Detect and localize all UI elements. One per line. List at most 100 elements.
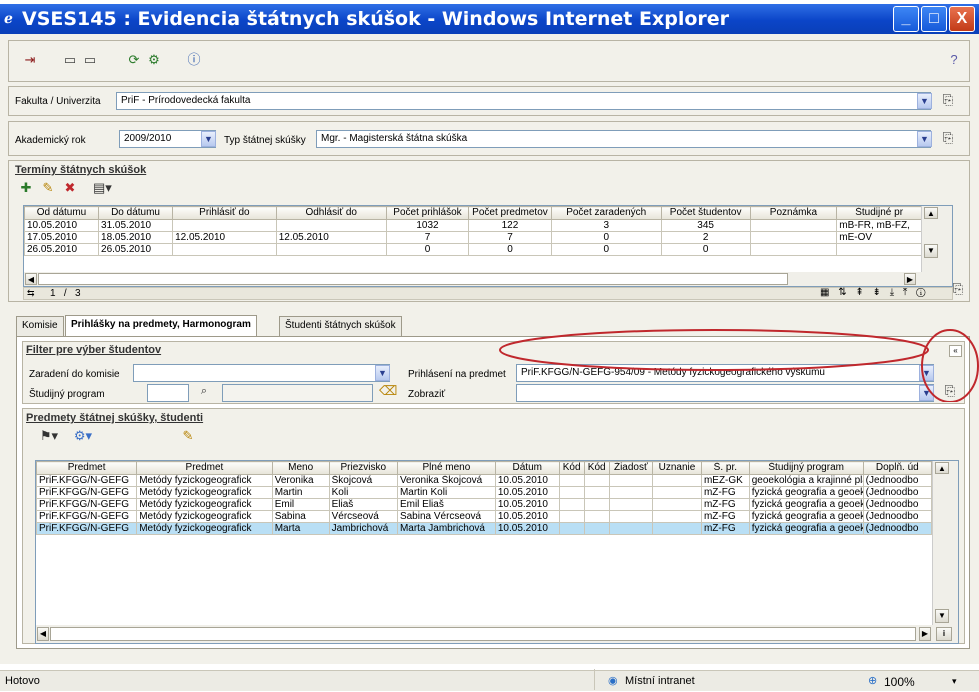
faculty-select[interactable]: PriF - Prírodovedecká fakulta <box>116 92 931 110</box>
find-icon[interactable]: ⎘ <box>939 130 957 148</box>
students-cell: (Jednoodbo <box>862 510 933 523</box>
terms-col-header[interactable]: Od dátumu <box>23 206 100 220</box>
terms-col-header[interactable]: Poznámka <box>749 206 838 220</box>
help-icon[interactable]: ? <box>945 52 963 70</box>
students-row[interactable]: PriF.KFGG/N-GEFG Metódy fyzickogeografick… <box>35 474 933 487</box>
scroll-up-icon[interactable]: ▲ <box>924 207 938 219</box>
maximize-button[interactable]: □ <box>921 6 947 32</box>
students-col-header[interactable]: Študijný program <box>748 461 864 475</box>
program-name-field <box>222 384 373 402</box>
terms-col-header[interactable]: Počet študentov <box>660 206 751 220</box>
students-cell <box>583 474 610 487</box>
students-col-header[interactable]: Priezvisko <box>328 461 398 475</box>
eraser-icon[interactable]: ⌫ <box>379 383 397 401</box>
students-hscroll[interactable]: ◀ ▶ i <box>36 625 958 643</box>
students-row[interactable]: PriF.KFGG/N-GEFG Metódy fyzickogeografick… <box>35 522 933 535</box>
students-col-header[interactable]: Meno <box>271 461 330 475</box>
exit-icon[interactable]: ⇥ <box>21 52 39 70</box>
zoom-level[interactable]: 100% <box>884 672 915 692</box>
students-row[interactable]: PriF.KFGG/N-GEFG Metódy fyzickogeografick… <box>35 498 933 511</box>
terms-row[interactable]: 10.05.2010 31.05.2010 1032 122 3 345 mB-FR, mB… <box>23 219 922 232</box>
students-panel: Predmety štátnej skúšky, študenti ⚑▾ ⚙▾ … <box>22 408 965 644</box>
scroll-up-icon[interactable]: ▲ <box>935 462 949 474</box>
terms-row[interactable]: 26.05.2010 26.05.2010 0 0 0 0 <box>23 243 922 256</box>
terms-col-header[interactable]: Do dátumu <box>98 206 174 220</box>
add-icon[interactable]: ✚ <box>17 180 35 198</box>
students-col-header[interactable]: Predmet <box>136 461 273 475</box>
terms-cell: 122 <box>468 219 552 232</box>
find-icon[interactable]: ⎘ <box>949 281 967 299</box>
terms-col-header[interactable]: Počet predmetov <box>468 206 552 220</box>
refresh-icon[interactable]: ⟳ <box>125 52 143 70</box>
program-code-input[interactable] <box>147 384 189 402</box>
terms-col-header[interactable]: Počet prihlášok <box>385 206 470 220</box>
info-icon[interactable]: i <box>936 627 952 641</box>
students-row[interactable]: PriF.KFGG/N-GEFG Metódy fyzickogeografick… <box>35 486 933 499</box>
print-icon[interactable]: ▭ <box>61 52 79 70</box>
students-col-header[interactable]: Doplň. úd <box>862 461 933 475</box>
students-cell: fyzická geografia a geoekoló <box>748 486 864 499</box>
export-icon[interactable]: ⚙ <box>145 52 163 70</box>
students-row[interactable]: PriF.KFGG/N-GEFG Metódy fyzickogeografick… <box>35 510 933 523</box>
scroll-thumb[interactable] <box>50 627 916 641</box>
students-col-header[interactable]: Š. pr. <box>700 461 750 475</box>
terms-col-header[interactable]: Prihlásiť do <box>172 206 277 220</box>
terms-col-header[interactable]: Odhlásiť do <box>275 206 387 220</box>
terms-hscroll[interactable]: ◀ ▶ <box>24 272 952 286</box>
terms-cell <box>172 243 277 256</box>
students-cell: Veronika Škojcová <box>396 474 496 487</box>
students-cell <box>651 486 702 499</box>
delete-icon[interactable]: ✖ <box>61 180 79 198</box>
students-col-header[interactable]: Žiadosť <box>608 461 653 475</box>
students-cell <box>558 474 585 487</box>
chevron-down-icon[interactable]: ▼ <box>201 131 216 147</box>
terms-cell: 1032 <box>385 219 470 232</box>
print-preview-icon[interactable]: ▭ <box>81 52 99 70</box>
chevron-down-icon[interactable]: ▼ <box>917 131 932 147</box>
tools-menu-icon[interactable]: ⚙▾ <box>71 428 95 446</box>
faculty-label: Fakulta / Univerzita <box>15 96 101 107</box>
close-button[interactable]: X <box>949 6 975 32</box>
students-col-header[interactable]: Uznanie <box>651 461 702 475</box>
pager-nav-icon[interactable]: ⇆ <box>27 288 35 299</box>
terms-cell: 3 <box>550 219 662 232</box>
students-col-header[interactable]: Predmet <box>35 461 138 475</box>
exam-type-select[interactable]: Mgr. - Magisterská štátna skúška <box>316 130 931 148</box>
run-menu-icon[interactable]: ⚑▾ <box>37 428 61 446</box>
tab-prihlasky[interactable]: Prihlášky na predmety, Harmonogram <box>65 315 257 336</box>
tab-komisie[interactable]: Komisie <box>16 316 64 336</box>
terms-col-header[interactable]: Študijné pr <box>836 206 922 220</box>
program-search-icon[interactable]: ⌕ <box>195 383 213 401</box>
students-cell <box>583 510 610 523</box>
print-menu-icon[interactable]: ▤▾ <box>93 180 112 198</box>
terms-row[interactable]: 17.05.2010 18.05.2010 12.05.2010 12.05.2010… <box>23 231 922 244</box>
chevron-down-icon[interactable]: ▼ <box>917 93 932 109</box>
students-col-header[interactable]: Kód <box>583 461 610 475</box>
terms-vscroll[interactable]: ▲ ▼ <box>921 206 952 272</box>
students-col-header[interactable]: Kód <box>558 461 585 475</box>
find-icon[interactable]: ⎘ <box>939 92 957 110</box>
scroll-down-icon[interactable]: ▼ <box>935 609 949 623</box>
chevron-down-icon[interactable]: ▼ <box>375 365 390 381</box>
info-icon[interactable]: ⓘ <box>185 52 203 70</box>
scroll-thumb[interactable] <box>38 273 788 285</box>
students-col-header[interactable]: Plné meno <box>396 461 496 475</box>
students-cell <box>558 522 585 535</box>
grid-tools-icon[interactable]: ▦ ⇅ ⇞ ⇟ ⤓ ⤒ ⓘ <box>820 287 928 298</box>
scroll-left-icon[interactable]: ◀ <box>25 273 37 285</box>
scroll-right-icon[interactable]: ▶ <box>919 627 931 641</box>
scroll-down-icon[interactable]: ▼ <box>924 244 938 258</box>
students-col-header[interactable]: Dátum <box>494 461 560 475</box>
students-cell: Marta <box>271 522 330 535</box>
terms-cell: 345 <box>660 219 751 232</box>
chevron-down-icon[interactable]: ▾ <box>952 671 957 691</box>
committee-select[interactable] <box>133 364 390 382</box>
scroll-left-icon[interactable]: ◀ <box>37 627 49 641</box>
scroll-right-icon[interactable]: ▶ <box>904 273 916 285</box>
minimize-button[interactable]: _ <box>893 6 919 32</box>
tab-studenti[interactable]: Študenti štátnych skúšok <box>279 316 402 336</box>
terms-col-header[interactable]: Počet zaradených <box>550 206 662 220</box>
students-vscroll[interactable]: ▲ ▼ <box>932 461 958 625</box>
edit-icon[interactable]: ✎ <box>39 180 57 198</box>
edit-list-icon[interactable]: ✎ <box>179 428 197 446</box>
